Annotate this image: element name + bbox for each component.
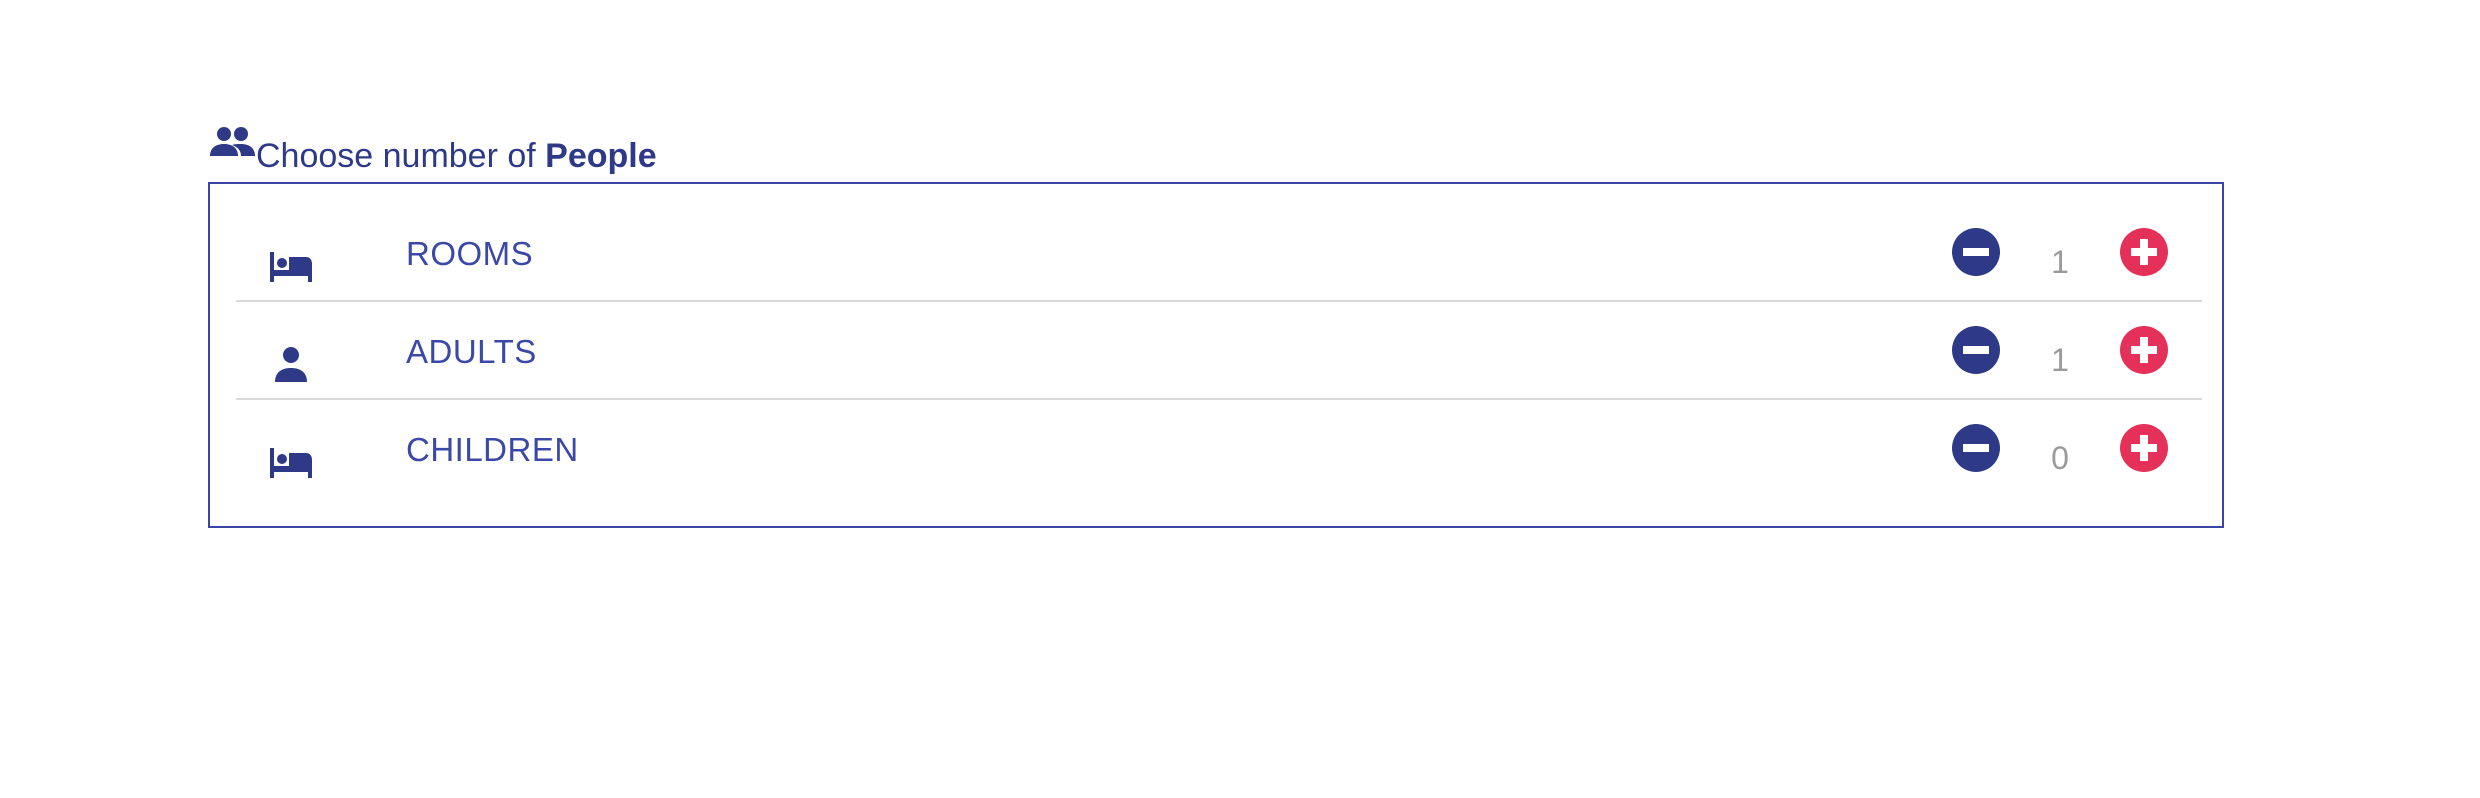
person-icon [275, 347, 307, 382]
title-bold: People [545, 137, 657, 175]
children-row: CHILDREN 0 [236, 400, 2202, 498]
people-header: Choose number of People [208, 126, 657, 176]
children-decrement-button[interactable] [1952, 424, 2000, 472]
plus-icon-vertical [2140, 239, 2148, 265]
rooms-label: ROOMS [406, 235, 534, 272]
adults-increment-button[interactable] [2120, 326, 2168, 374]
page-title: Choose number of People [256, 136, 657, 176]
minus-icon [1963, 444, 1989, 452]
children-label: CHILDREN [406, 431, 579, 468]
bed-icon [270, 252, 312, 282]
people-icon [210, 127, 255, 156]
plus-icon-vertical [2140, 337, 2148, 363]
plus-icon-vertical [2140, 435, 2148, 461]
children-count: 0 [2051, 440, 2069, 476]
rooms-count: 1 [2051, 244, 2069, 280]
adults-count: 1 [2051, 342, 2069, 378]
guest-selector-panel: ROOMS 1 ADULTS 1 CHILDREN 0 [208, 182, 2224, 528]
bed-icon [270, 448, 312, 478]
minus-icon [1963, 248, 1989, 256]
rooms-increment-button[interactable] [2120, 228, 2168, 276]
rooms-decrement-button[interactable] [1952, 228, 2000, 276]
rooms-row: ROOMS 1 [236, 204, 2202, 302]
children-increment-button[interactable] [2120, 424, 2168, 472]
adults-decrement-button[interactable] [1952, 326, 2000, 374]
title-prefix: Choose number of [256, 137, 546, 175]
minus-icon [1963, 346, 1989, 354]
adults-label: ADULTS [406, 333, 537, 370]
adults-row: ADULTS 1 [236, 302, 2202, 400]
